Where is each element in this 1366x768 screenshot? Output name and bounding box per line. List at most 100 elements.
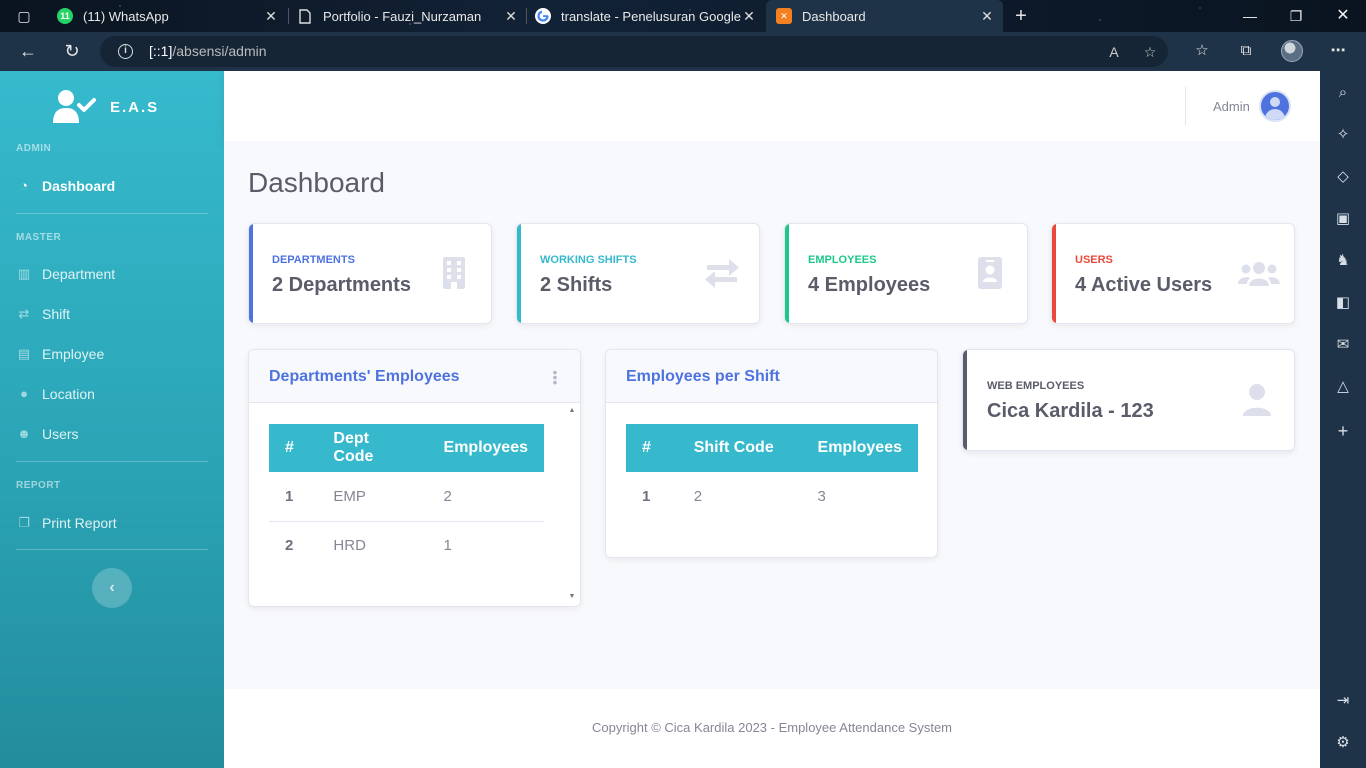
tab-actions-icon[interactable]: ▢ [15,7,33,25]
close-icon[interactable]: ✕ [979,8,995,24]
stat-value: 4 Employees [808,274,931,296]
close-icon[interactable]: ✕ [741,8,757,24]
games-icon[interactable]: ♞ [1333,251,1353,271]
sidebar-item-label: Location [42,386,95,402]
stat-card-shifts: WORKING SHIFTS 2 Shifts [516,223,760,324]
section-master: MASTER [16,232,62,243]
user-avatar[interactable] [1259,90,1291,122]
refresh-icon[interactable]: ↻ [61,40,83,62]
copyright-text: Copyright © Cica Kardila 2023 - Employee… [591,720,953,735]
departments-employees-card: Departments' Employees • • • # Dept Code E… [248,349,581,607]
stat-value: 2 Shifts [540,274,613,296]
sidebar-item-shift[interactable]: ⇄ Shift [16,303,70,325]
sidebar-item-label: Dashboard [42,178,116,194]
tab-separator [288,8,289,24]
profile-avatar[interactable] [1281,40,1303,62]
user-icon [1242,383,1272,417]
read-aloud-icon[interactable]: A [1105,43,1123,61]
scroll-up-icon[interactable]: ▲ [567,406,577,416]
column-header: Employees [427,424,544,472]
dept-code: EMP [317,472,428,522]
favorites-icon[interactable]: ☆ [1192,41,1212,61]
tachometer-icon: ◔ [20,178,28,193]
settings-icon[interactable]: ⚙ [1333,733,1353,753]
new-tab-icon[interactable]: + [1012,6,1030,26]
card-accent [963,350,967,450]
id-badge-icon [973,256,1007,290]
sidebar-item-department[interactable]: ▥ Department [16,263,115,285]
tab-portfolio[interactable]: Portfolio - Fauzi_Nurzaman ✕ [297,0,527,32]
restore-icon[interactable]: ❐ [1286,6,1306,26]
drop-icon[interactable]: △ [1333,377,1353,397]
close-icon[interactable]: ✕ [263,8,279,24]
ellipsis-v-icon[interactable]: • • • [552,365,558,389]
building-icon: ▥ [17,266,31,281]
sidebar-item-label: Print Report [42,515,117,531]
add-icon[interactable]: + [1333,421,1353,441]
building-icon [437,256,471,290]
map-marker-icon: ● [20,386,28,401]
card-header: Departments' Employees • • • [249,350,580,403]
document-icon [297,8,313,24]
divider [16,549,208,550]
id-badge-icon: ▤ [17,346,31,361]
collections-icon[interactable]: ⧉ [1236,41,1256,61]
stat-label: DEPARTMENTS [272,254,355,266]
section-report: REPORT [16,480,61,491]
sidebar-toggle-button[interactable]: ‹ [92,568,132,608]
user-name[interactable]: Admin [1213,99,1250,114]
main-content: Dashboard DEPARTMENTS 2 Departments WORK… [224,141,1320,689]
edge-sidebar: ⌕ ✧ ◇ ▣ ♞ ◧ ✉ △ + ⇥ ⚙ [1320,71,1366,768]
sidebar-item-users[interactable]: ☻ Users [16,423,79,445]
sidebar-item-dashboard[interactable]: ◔ Dashboard [16,175,115,197]
sidebar-item-location[interactable]: ● Location [16,383,95,405]
close-icon[interactable]: ✕ [503,8,519,24]
departments-table: # Dept Code Employees 1 EMP 2 2 HRD 1 [269,424,544,570]
scroll-down-icon[interactable]: ▼ [567,592,577,602]
shift-code: 2 [693,488,703,505]
users-icon: ☻ [17,426,31,441]
column-header: Employees [801,424,918,472]
stat-label: EMPLOYEES [808,254,877,266]
office-icon[interactable]: ◧ [1333,293,1353,313]
search-icon[interactable]: ⌕ [1333,83,1353,103]
users-icon [1238,256,1280,290]
url-text[interactable]: [::1]/absensi/admin [149,43,267,59]
sidebar-item-employee[interactable]: ▤ Employee [16,343,104,365]
browser-tab-strip: ▢ 11 (11) WhatsApp ✕ Portfolio - Fauzi_N… [0,0,1366,32]
stat-label: USERS [1075,254,1113,266]
close-window-icon[interactable]: ✕ [1333,6,1353,26]
site-info-icon[interactable]: i [118,44,133,59]
sidebar-item-print-report[interactable]: ❐ Print Report [16,512,117,534]
brand[interactable]: E.A.S [52,87,159,127]
row-number: 1 [642,488,651,505]
back-icon[interactable]: ← [17,40,39,62]
sidebar-item-label: Shift [42,306,71,322]
tab-dashboard[interactable]: ✕ Dashboard ✕ [766,0,1003,32]
sidebar-item-label: Users [42,426,79,442]
table-row: 2 HRD 1 [269,521,544,570]
more-icon[interactable]: ⋯ [1328,41,1348,61]
employee-count: 2 [427,472,544,522]
hide-sidebar-icon[interactable]: ⇥ [1333,691,1353,711]
shifts-table: # Shift Code Employees 1 2 3 [626,424,918,521]
minimize-icon[interactable]: — [1240,6,1260,26]
tag-icon[interactable]: ◇ [1333,167,1353,187]
exchange-icon [705,256,739,290]
card-accent [785,224,789,323]
stat-value: 2 Departments [272,274,411,296]
footer: Copyright © Cica Kardila 2023 - Employee… [224,689,1320,768]
outlook-icon[interactable]: ✉ [1333,335,1353,355]
user-check-icon [52,89,96,125]
google-icon [535,8,551,24]
tab-separator [526,8,527,24]
page-title: Dashboard [248,167,385,198]
tab-google[interactable]: translate - Penelusuran Google ✕ [535,0,765,32]
address-bar[interactable]: i [::1]/absensi/admin A ☆ [100,36,1168,67]
tab-whatsapp[interactable]: 11 (11) WhatsApp ✕ [57,0,287,32]
briefcase-icon[interactable]: ▣ [1333,209,1353,229]
sparkle-icon[interactable]: ✧ [1333,125,1353,145]
divider [16,213,208,214]
browser-toolbar: ← ↻ i [::1]/absensi/admin A ☆ ☆ ⧉ ⋯ [0,32,1366,71]
add-favorite-icon[interactable]: ☆ [1141,43,1159,61]
